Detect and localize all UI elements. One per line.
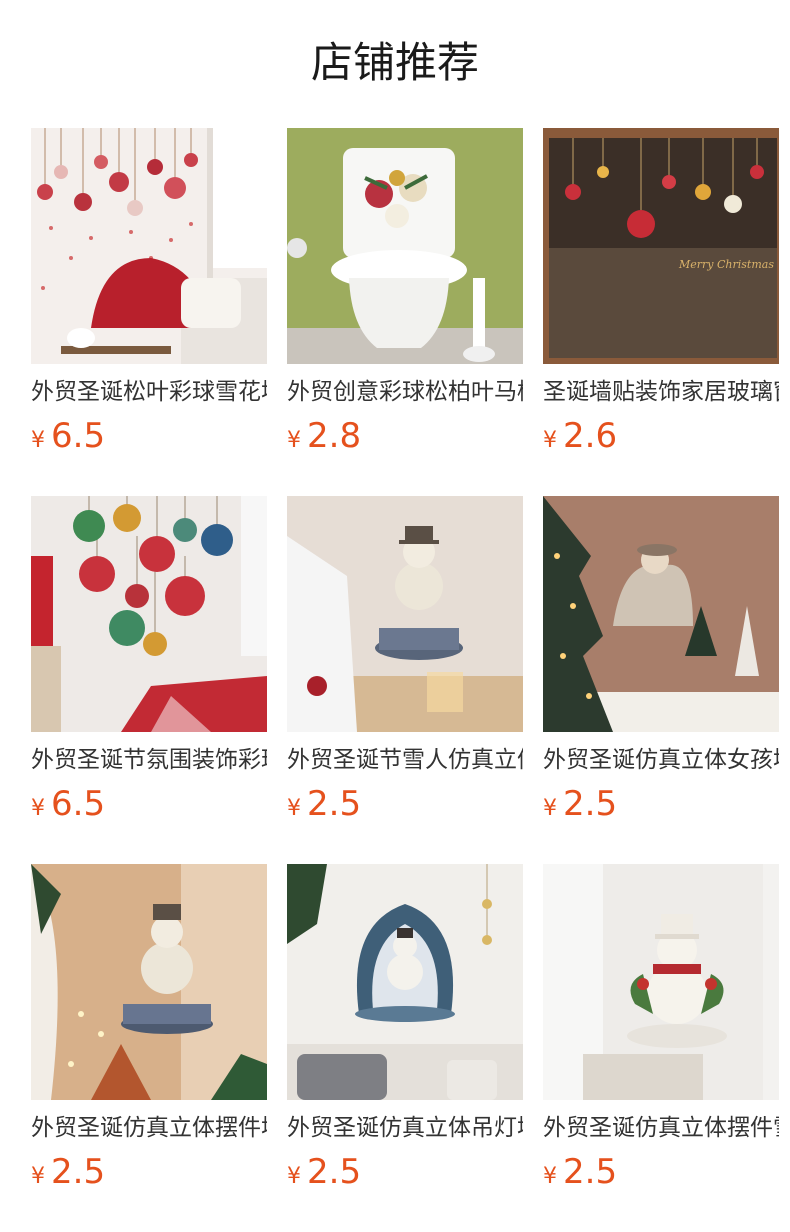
price-value: 6.5 [51,784,106,824]
product-title[interactable]: 外贸圣诞仿真立体吊灯墙贴 [287,1111,523,1145]
girl-house-photo[interactable] [543,496,779,732]
page-title: 店铺推荐 [310,38,479,87]
product-title[interactable]: 圣诞墙贴装饰家居玻璃窗贴 [543,375,779,409]
product-card[interactable]: 外贸圣诞仿真立体吊灯墙贴 ¥2.5 [287,864,523,1194]
snowman-scarf-photo[interactable] [543,864,779,1100]
price-value: 6.5 [51,416,106,456]
product-price: ¥2.5 [31,1150,105,1194]
currency-symbol: ¥ [31,1164,45,1189]
price-value: 2.8 [307,416,362,456]
storefront-window-photo[interactable]: Merry Christmas [543,128,779,364]
product-price: ¥2.5 [287,1150,361,1194]
product-title[interactable]: 外贸圣诞节氛围装饰彩球墙贴 [31,743,267,777]
product-card[interactable]: Merry Christmas 圣诞墙贴装饰家居玻璃窗贴 ¥2.6 [543,128,779,458]
product-price: ¥2.5 [543,782,617,826]
currency-symbol: ¥ [543,1164,557,1189]
product-title[interactable]: 外贸圣诞仿真立体摆件墙贴 [31,1111,267,1145]
currency-symbol: ¥ [31,428,45,453]
currency-symbol: ¥ [287,796,301,821]
product-title[interactable]: 外贸圣诞节雪人仿真立体墙贴 [287,743,523,777]
product-card[interactable]: 外贸圣诞仿真立体摆件雪人 ¥2.5 [543,864,779,1194]
product-title[interactable]: 外贸创意彩球松柏叶马桶贴 [287,375,523,409]
product-card[interactable]: 外贸圣诞仿真立体摆件墙贴 ¥2.5 [31,864,267,1194]
price-value: 2.5 [307,1152,362,1192]
product-price: ¥2.6 [543,414,617,458]
ornament-window-photo[interactable] [31,128,267,364]
product-title[interactable]: 外贸圣诞松叶彩球雪花墙贴 [31,375,267,409]
price-value: 2.5 [563,1152,618,1192]
snowman-music-box-photo[interactable] [287,496,523,732]
product-price: ¥2.5 [543,1150,617,1194]
product-price: ¥2.8 [287,414,361,458]
snowman-lantern-photo[interactable] [287,864,523,1100]
toilet-sticker-photo[interactable] [287,128,523,364]
product-grid: 外贸圣诞松叶彩球雪花墙贴 ¥6.5 外贸创意彩球松柏叶马桶 [31,128,790,1232]
product-card[interactable]: 外贸圣诞节氛围装饰彩球墙贴 ¥6.5 [31,496,267,826]
product-price: ¥6.5 [31,782,105,826]
price-value: 2.5 [307,784,362,824]
currency-symbol: ¥ [543,796,557,821]
product-card[interactable]: 外贸圣诞节雪人仿真立体墙贴 ¥2.5 [287,496,523,826]
product-card[interactable]: 外贸圣诞松叶彩球雪花墙贴 ¥6.5 [31,128,267,458]
product-title[interactable]: 外贸圣诞仿真立体女孩墙贴 [543,743,779,777]
price-value: 2.5 [563,784,618,824]
product-price: ¥2.5 [287,782,361,826]
currency-symbol: ¥ [543,428,557,453]
product-title[interactable]: 外贸圣诞仿真立体摆件雪人 [543,1111,779,1145]
product-card[interactable]: 外贸圣诞仿真立体女孩墙贴 ¥2.5 [543,496,779,826]
hanging-baubles-photo[interactable] [31,496,267,732]
currency-symbol: ¥ [31,796,45,821]
price-value: 2.6 [563,416,618,456]
price-value: 2.5 [51,1152,106,1192]
snowman-room-photo[interactable] [31,864,267,1100]
product-price: ¥6.5 [31,414,105,458]
currency-symbol: ¥ [287,428,301,453]
product-card[interactable]: 外贸创意彩球松柏叶马桶贴 ¥2.8 [287,128,523,458]
svg-text:Merry Christmas: Merry Christmas [678,258,774,271]
currency-symbol: ¥ [287,1164,301,1189]
